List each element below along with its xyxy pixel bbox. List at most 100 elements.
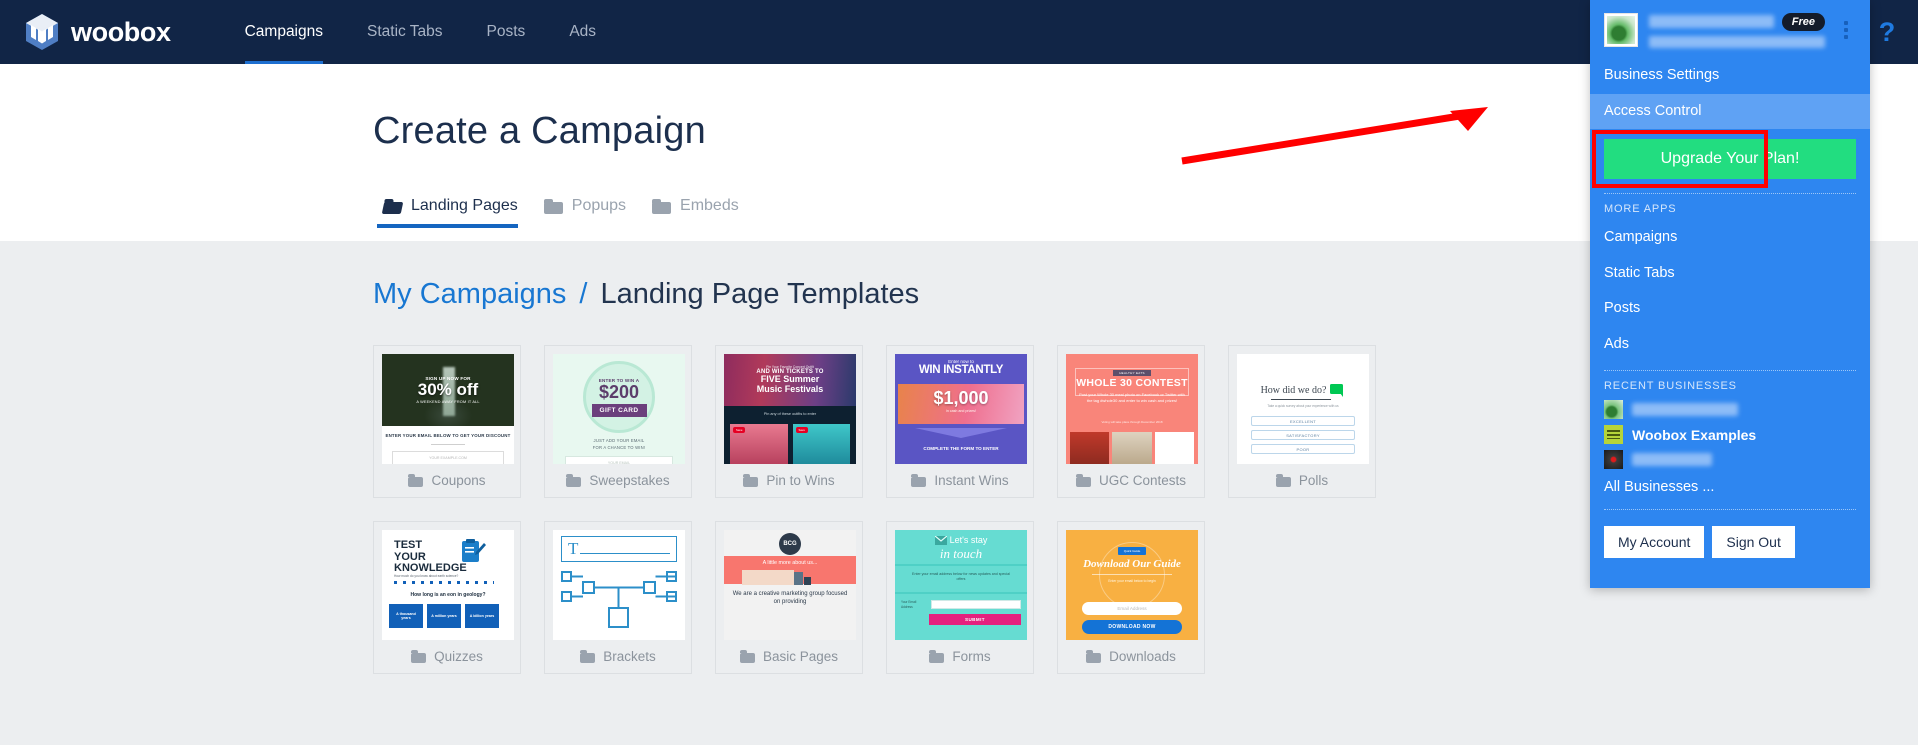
quiz-answer-option[interactable]: A million years [427, 604, 461, 628]
business-item[interactable] [1590, 447, 1870, 472]
pin-caption: Pin any of these outfits to enter [763, 412, 817, 416]
folder-icon [408, 474, 424, 487]
template-thumbnail: Enter now to WIN INSTANTLY $1,000 in cas… [895, 354, 1027, 464]
ugc-body: Post your Whole 30 meal photo on Faceboo… [1079, 392, 1185, 403]
template-thumbnail: ENTER TO WIN A $200 GIFT CARD JUST ADD Y… [553, 354, 685, 464]
template-card-label: Coupons [374, 464, 520, 497]
template-card-label: Pin to Wins [716, 464, 862, 497]
instant-win-sub: in cash and prizes! [946, 409, 976, 413]
my-account-button[interactable]: My Account [1604, 526, 1705, 559]
dropdown-item-access-control[interactable]: Access Control [1590, 93, 1870, 130]
pin-kicker: Pin Your Favorite Concert Outfit [766, 365, 814, 370]
nav-link-campaigns[interactable]: Campaigns [223, 0, 345, 64]
sign-out-button[interactable]: Sign Out [1712, 526, 1795, 559]
dropdown-app-static-tabs[interactable]: Static Tabs [1590, 256, 1870, 292]
tab-embeds[interactable]: Embeds [642, 197, 755, 228]
folder-icon [411, 650, 427, 663]
sweepstakes-amount: $200 [598, 381, 640, 402]
quiz-answer-option[interactable]: A thousand years [389, 604, 423, 628]
label-text: Quizzes [434, 649, 483, 664]
template-card-label: Basic Pages [716, 640, 862, 673]
template-card-basic-pages[interactable]: BCG A little more about us... We are a c… [715, 521, 863, 674]
template-card-label: Forms [887, 640, 1033, 673]
template-grid: SIGN UP NOW FOR 30% off A WEEKEND AWAY F… [373, 345, 1383, 697]
upgrade-section: Upgrade Your Plan! [1590, 129, 1870, 191]
template-card-label: Sweepstakes [545, 464, 691, 497]
template-card-sweepstakes[interactable]: ENTER TO WIN A $200 GIFT CARD JUST ADD Y… [544, 345, 692, 498]
upgrade-your-plan-button[interactable]: Upgrade Your Plan! [1604, 139, 1856, 180]
template-card-downloads[interactable]: Quick Guide Download Our Guide Enter you… [1057, 521, 1205, 674]
form-field-label: Your Email Address [901, 600, 917, 609]
template-card-coupons[interactable]: SIGN UP NOW FOR 30% off A WEEKEND AWAY F… [373, 345, 521, 498]
business-item[interactable] [1590, 397, 1870, 422]
tab-landing-pages[interactable]: Landing Pages [373, 197, 534, 228]
business-avatar-icon [1604, 450, 1623, 470]
template-thumbnail: SIGN UP NOW FOR 30% off A WEEKEND AWAY F… [382, 354, 514, 464]
main-nav-links: Campaigns Static Tabs Posts Ads [223, 0, 618, 64]
user-email-redacted [1649, 36, 1825, 48]
breadcrumb: My Campaigns / Landing Page Templates [373, 278, 919, 311]
label-text: Forms [952, 649, 991, 664]
dropdown-app-ads[interactable]: Ads [1590, 327, 1870, 363]
instant-win-headline: WIN INSTANTLY [918, 364, 1004, 376]
template-card-pin-to-wins[interactable]: Pin Your Favorite Concert Outfit AND WIN… [715, 345, 863, 498]
dropdown-item-business-settings[interactable]: Business Settings [1590, 58, 1870, 94]
sweepstakes-prize-circle: ENTER TO WIN A $200 GIFT CARD [583, 361, 655, 433]
plan-badge: Free [1781, 13, 1825, 31]
quiz-title-1: TEST [394, 539, 423, 551]
poll-sub: Take a quick survey about your experienc… [1267, 404, 1339, 408]
label-text: Sweepstakes [589, 473, 670, 488]
poll-option[interactable]: SATISFACTORY [1251, 430, 1355, 440]
sweepstakes-badge: GIFT CARD [591, 403, 647, 417]
template-thumbnail: Quick Guide Download Our Guide Enter you… [1066, 530, 1198, 640]
basic-page-body: We are a creative marketing group focuse… [732, 591, 848, 606]
template-thumbnail: HEALTHY EATS WHOLE 30 CONTEST Post your … [1066, 354, 1198, 464]
form-submit-button[interactable]: SUBMIT [929, 614, 1021, 625]
template-card-brackets[interactable]: T Brackets [544, 521, 692, 674]
brand-name: woobox [71, 16, 171, 47]
form-email-input[interactable] [931, 600, 1021, 609]
folder-icon [580, 650, 596, 663]
nav-link-static-tabs[interactable]: Static Tabs [345, 0, 465, 64]
basic-page-logo: BCG [779, 533, 801, 555]
template-card-forms[interactable]: Let's stay in touch Enter your email add… [886, 521, 1034, 674]
instant-win-cta: COMPLETE THE FORM TO ENTER [923, 446, 999, 451]
template-card-quizzes[interactable]: TEST YOUR KNOWLEDGE How much do you know… [373, 521, 521, 674]
download-sub: Enter your email below to begin [1108, 579, 1156, 583]
poll-option[interactable]: EXCELLENT [1251, 416, 1355, 426]
download-email-field[interactable]: Email Address [1082, 602, 1182, 615]
recent-businesses-heading: RECENT BUSINESSES [1604, 380, 1737, 393]
sweepstakes-line1: JUST ADD YOUR EMAIL [593, 438, 645, 443]
coupon-sub: A WEEKEND AWAY FROM IT ALL [416, 399, 480, 404]
download-cta-button[interactable]: DOWNLOAD NOW [1082, 620, 1182, 634]
dropdown-app-posts[interactable]: Posts [1590, 291, 1870, 327]
ugc-note: Voting will take place through December … [1101, 420, 1163, 424]
template-card-polls[interactable]: How did we do? Take a quick survey about… [1228, 345, 1376, 498]
account-actions: My Account Sign Out [1590, 510, 1870, 559]
folder-icon [1075, 474, 1091, 487]
dropdown-app-campaigns[interactable]: Campaigns [1590, 220, 1870, 256]
coupon-caption: ENTER YOUR EMAIL BELOW TO GET YOUR DISCO… [385, 433, 511, 438]
tab-popups[interactable]: Popups [534, 197, 642, 228]
template-card-instant-wins[interactable]: Enter now to WIN INSTANTLY $1,000 in cas… [886, 345, 1034, 498]
all-businesses-link[interactable]: All Businesses ... [1590, 472, 1870, 499]
breadcrumb-current: Landing Page Templates [600, 278, 920, 310]
nav-link-ads[interactable]: Ads [547, 0, 618, 64]
label-text: Instant Wins [934, 473, 1009, 488]
coupon-email-field: YOUR EXAMPLE.COM [392, 451, 504, 464]
template-thumbnail: T [553, 530, 685, 640]
folder-icon [543, 198, 563, 214]
breadcrumb-my-campaigns[interactable]: My Campaigns [373, 278, 566, 311]
label-text: Brackets [603, 649, 656, 664]
template-card-ugc-contests[interactable]: HEALTHY EATS WHOLE 30 CONTEST Post your … [1057, 345, 1205, 498]
quiz-answer-option[interactable]: A billion years [465, 604, 499, 628]
template-card-label: Instant Wins [887, 464, 1033, 497]
brand-logo[interactable]: woobox [24, 13, 171, 51]
nav-link-posts[interactable]: Posts [465, 0, 548, 64]
form-title-1: Let's stay [949, 535, 988, 545]
sweepstakes-line2: FOR A CHANCE TO WIN! [592, 445, 646, 450]
poll-option[interactable]: POOR [1251, 444, 1355, 454]
business-item-woobox-examples[interactable]: Woobox Examples [1590, 422, 1870, 447]
folder-icon [929, 650, 945, 663]
vertical-dots-icon[interactable] [1836, 13, 1856, 47]
